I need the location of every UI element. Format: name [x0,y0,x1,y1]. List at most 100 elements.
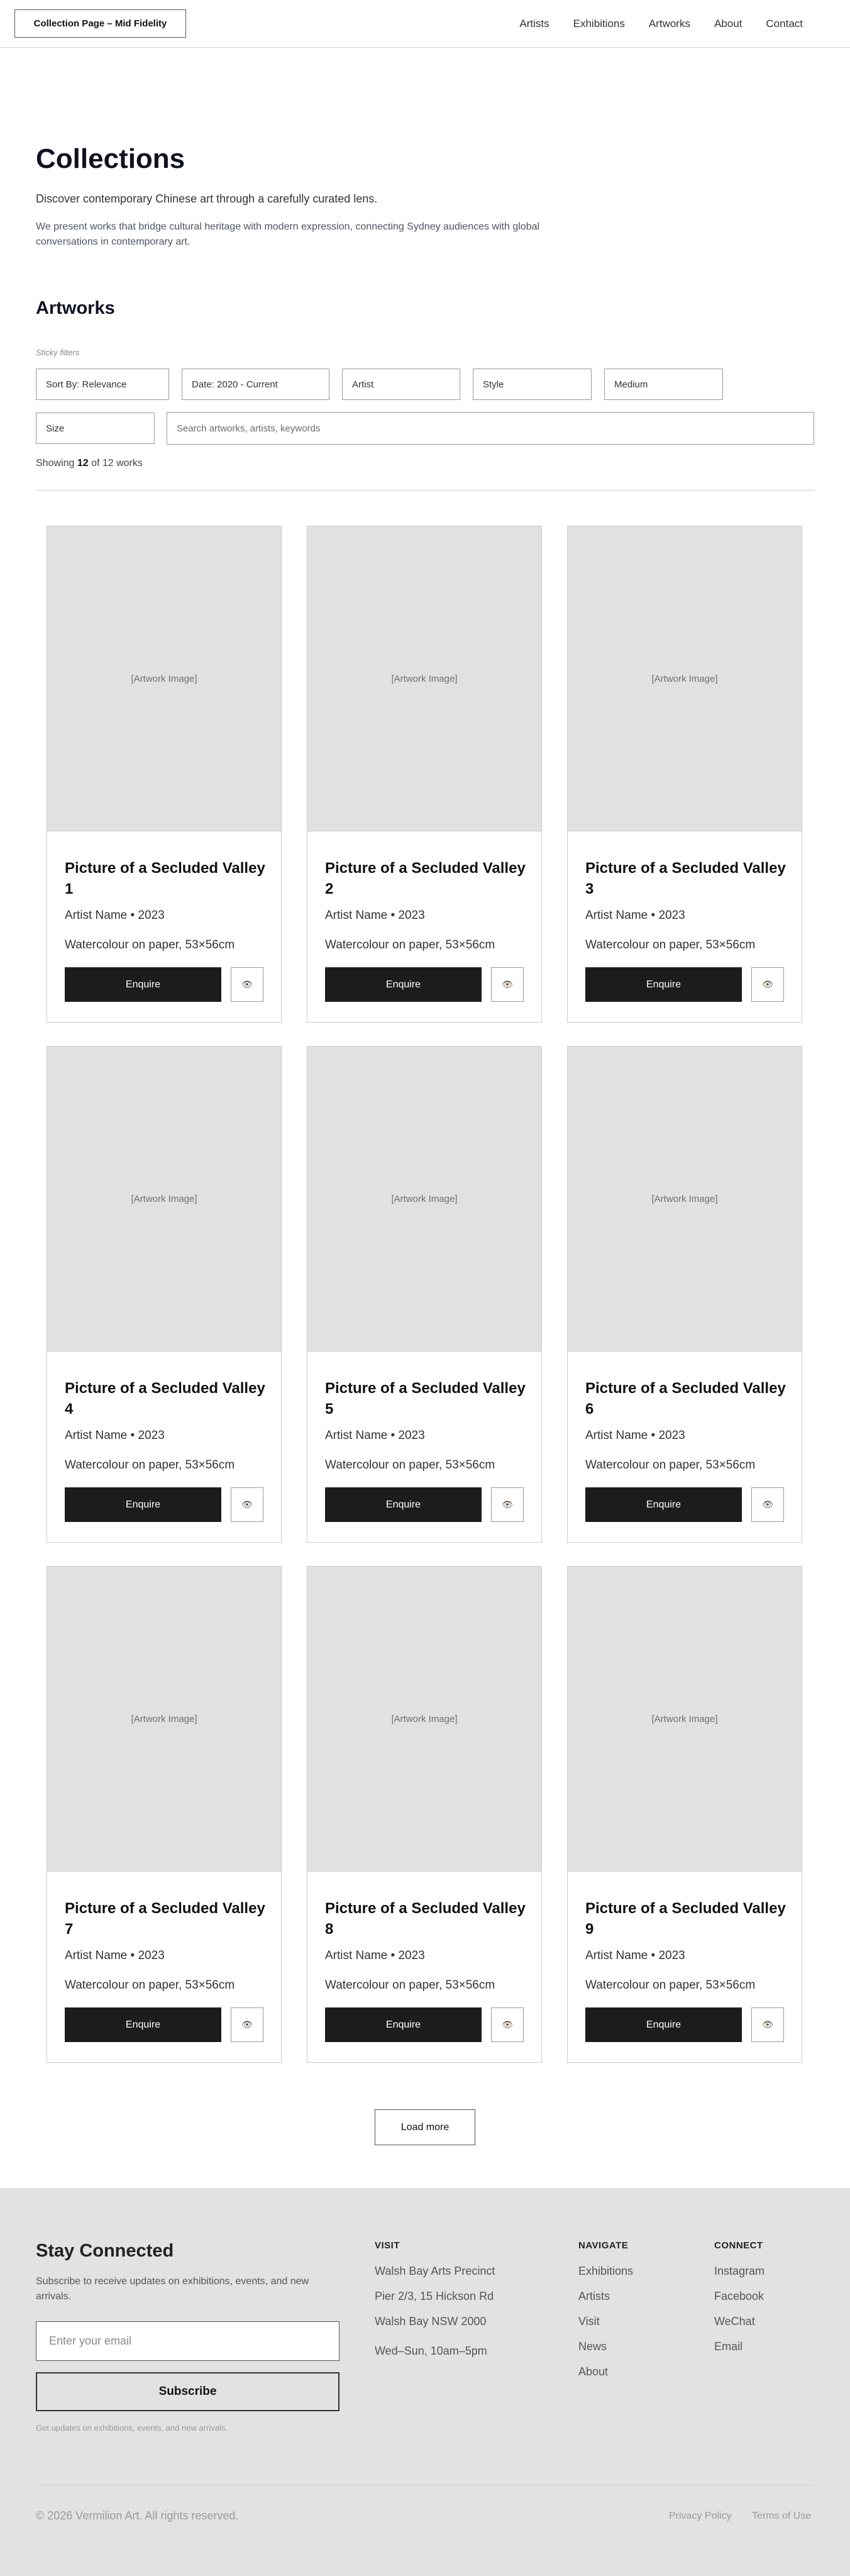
eye-icon: 👁 [762,2019,773,2030]
artwork-artist: Artist Name • 2023 [585,1949,685,1962]
footer-link-instagram[interactable]: Instagram [714,2265,764,2278]
artwork-image[interactable]: [Artwork Image] [47,526,281,831]
site-footer: Stay Connected Subscribe to receive upda… [0,2188,850,2576]
artwork-medium: Watercolour on paper, 53×56cm [585,1979,756,1992]
artwork-medium: Watercolour on paper, 53×56cm [325,1979,495,1992]
artwork-title[interactable]: Picture of a Secluded Valley 4 [65,1378,266,1419]
artwork-title[interactable]: Picture of a Secluded Valley 5 [325,1378,526,1419]
visit-line: Pier 2/3, 15 Hickson Rd [375,2290,494,2302]
load-more-button[interactable]: Load more [375,2109,475,2145]
eye-icon: 👁 [502,1499,513,1510]
enquire-button[interactable]: Enquire [65,967,221,1002]
artwork-title[interactable]: Picture of a Secluded Valley 1 [65,858,266,899]
page-title: Collections [36,143,185,174]
nav-artists[interactable]: Artists [519,18,549,30]
artwork-title[interactable]: Picture of a Secluded Valley 3 [585,858,787,899]
enquire-button[interactable]: Enquire [585,2007,742,2042]
style-filter[interactable]: Style [473,369,592,400]
enquire-button[interactable]: Enquire [585,967,742,1002]
enquire-button[interactable]: Enquire [325,1487,482,1522]
artist-filter[interactable]: Artist [342,369,460,400]
showing-suffix: of 12 works [91,458,143,469]
view-button[interactable]: 👁 [491,2007,524,2042]
artwork-card[interactable]: [Artwork Image] Picture of a Secluded Val… [47,1046,282,1543]
artwork-image[interactable]: [Artwork Image] [568,526,802,831]
sort-filter[interactable]: Sort By: Relevance [36,369,169,400]
privacy-policy-link[interactable]: Privacy Policy [669,2511,732,2522]
search-input[interactable] [167,412,814,445]
eye-icon: 👁 [502,979,513,990]
footer-link-about[interactable]: About [578,2365,608,2379]
eye-icon: 👁 [762,979,773,990]
view-button[interactable]: 👁 [231,2007,263,2042]
site-logo[interactable]: Collection Page – Mid Fidelity [14,9,186,38]
visit-line: Walsh Bay NSW 2000 [375,2315,487,2328]
artwork-artist: Artist Name • 2023 [65,909,165,922]
divider [36,490,814,491]
artwork-medium: Watercolour on paper, 53×56cm [585,938,756,952]
hero-lead: Discover contemporary Chinese art throug… [36,192,378,205]
artwork-card[interactable]: [Artwork Image] Picture of a Secluded Val… [567,1566,802,2063]
enquire-button[interactable]: Enquire [585,1487,742,1522]
artwork-card[interactable]: [Artwork Image] Picture of a Secluded Val… [307,1566,542,2063]
artwork-artist: Artist Name • 2023 [65,1949,165,1962]
footer-link-facebook[interactable]: Facebook [714,2290,764,2303]
footer-link-visit[interactable]: Visit [578,2315,600,2328]
email-field[interactable] [36,2321,339,2361]
subscribe-button[interactable]: Subscribe [36,2372,339,2411]
artwork-image[interactable]: [Artwork Image] [307,1567,541,1872]
artwork-card[interactable]: [Artwork Image] Picture of a Secluded Val… [307,526,542,1023]
view-button[interactable]: 👁 [751,967,784,1002]
artwork-card[interactable]: [Artwork Image] Picture of a Secluded Val… [567,526,802,1023]
footer-link-wechat[interactable]: WeChat [714,2315,755,2328]
artwork-card[interactable]: [Artwork Image] Picture of a Secluded Val… [47,526,282,1023]
footer-link-news[interactable]: News [578,2340,607,2353]
artwork-artist: Artist Name • 2023 [325,1429,425,1442]
artwork-image[interactable]: [Artwork Image] [47,1046,281,1352]
artwork-image[interactable]: [Artwork Image] [568,1046,802,1352]
artwork-image[interactable]: [Artwork Image] [307,1046,541,1352]
view-button[interactable]: 👁 [231,967,263,1002]
date-filter[interactable]: Date: 2020 - Current [182,369,329,400]
artwork-artist: Artist Name • 2023 [585,1429,685,1442]
footer-link-email[interactable]: Email [714,2340,742,2353]
artwork-medium: Watercolour on paper, 53×56cm [65,1979,235,1992]
artwork-title[interactable]: Picture of a Secluded Valley 7 [65,1898,266,1940]
view-button[interactable]: 👁 [751,2007,784,2042]
main-nav: Artists Exhibitions Artworks About Conta… [519,0,803,48]
artwork-card[interactable]: [Artwork Image] Picture of a Secluded Val… [47,1566,282,2063]
view-button[interactable]: 👁 [751,1487,784,1522]
enquire-button[interactable]: Enquire [65,2007,221,2042]
artwork-title[interactable]: Picture of a Secluded Valley 6 [585,1378,787,1419]
results-count: Showing 12 of 12 works [36,458,143,469]
visit-heading: VISIT [375,2240,400,2251]
terms-of-use-link[interactable]: Terms of Use [752,2511,811,2522]
artwork-title[interactable]: Picture of a Secluded Valley 9 [585,1898,787,1940]
enquire-button[interactable]: Enquire [325,2007,482,2042]
nav-about[interactable]: About [714,18,742,30]
view-button[interactable]: 👁 [231,1487,263,1522]
artwork-image[interactable]: [Artwork Image] [47,1567,281,1872]
nav-exhibitions[interactable]: Exhibitions [573,18,625,30]
enquire-button[interactable]: Enquire [325,967,482,1002]
artwork-title[interactable]: Picture of a Secluded Valley 8 [325,1898,526,1940]
showing-prefix: Showing [36,458,75,469]
enquire-button[interactable]: Enquire [65,1487,221,1522]
medium-filter[interactable]: Medium [604,369,723,400]
size-filter[interactable]: Size [36,413,155,444]
artwork-card[interactable]: [Artwork Image] Picture of a Secluded Val… [307,1046,542,1543]
sticky-filters-label: Sticky filters [36,348,80,357]
artwork-image[interactable]: [Artwork Image] [307,526,541,831]
footer-link-artists[interactable]: Artists [578,2290,610,2303]
view-button[interactable]: 👁 [491,1487,524,1522]
artwork-medium: Watercolour on paper, 53×56cm [65,1458,235,1472]
artwork-artist: Artist Name • 2023 [585,909,685,922]
nav-artworks[interactable]: Artworks [649,18,690,30]
nav-contact[interactable]: Contact [766,18,803,30]
artwork-image[interactable]: [Artwork Image] [568,1567,802,1872]
eye-icon: 👁 [241,979,253,990]
view-button[interactable]: 👁 [491,967,524,1002]
artwork-title[interactable]: Picture of a Secluded Valley 2 [325,858,526,899]
artwork-card[interactable]: [Artwork Image] Picture of a Secluded Val… [567,1046,802,1543]
footer-link-exhibitions[interactable]: Exhibitions [578,2265,633,2278]
